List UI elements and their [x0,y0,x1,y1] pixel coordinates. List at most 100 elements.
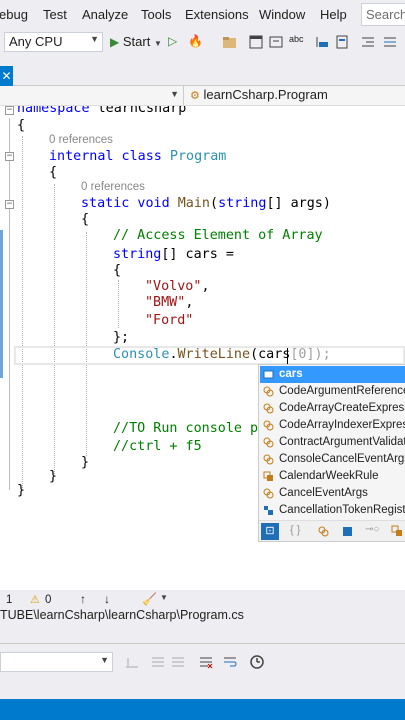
struct-filter-icon[interactable] [341,525,354,538]
completion-item[interactable]: CancelEventArgs [260,485,405,502]
status-bar [0,699,405,720]
arrow-up-icon[interactable]: ↑ [80,592,86,606]
codelens-references[interactable]: 0 references [49,134,113,146]
enum-filter-icon[interactable] [391,525,404,538]
spell-check-icon[interactable]: abc [289,34,305,50]
indent-icon[interactable] [360,34,376,50]
namespace-filter-icon[interactable]: { } [290,524,300,536]
window-icon[interactable] [268,34,284,50]
panel-divider [0,626,405,644]
struct-icon [264,506,273,515]
class-icon [263,488,274,499]
output-source-select[interactable]: ▼ [0,652,113,672]
warning-count[interactable]: 0 [45,594,51,606]
code-line: { [49,165,58,180]
code-line: string[] cars = [113,247,234,262]
find-message-icon[interactable] [124,654,140,670]
interface-filter-icon[interactable]: ⊸○ [365,524,379,535]
indent-guide [86,232,87,456]
play-icon: ▶ [110,35,120,49]
file-path-bar: TUBE\learnCsharp\learnCsharp\Program.cs [0,606,405,626]
completion-item[interactable]: CodeArgumentReferenceEx [260,383,405,400]
chevron-down-icon: ▼ [100,655,109,665]
indent-guide [54,184,55,474]
menu-bar: ebug Test Analyze Tools Extensions Windo… [0,0,405,30]
bookmark-icon[interactable] [334,34,350,50]
text-caret [287,348,288,364]
error-count[interactable]: 1 [6,594,12,606]
collapse-icon[interactable]: − [5,106,14,115]
completion-item[interactable]: CancellationTokenRegistrat [260,502,405,519]
code-line: namespace learnCsharp [17,106,187,116]
completion-item[interactable]: CodeArrayCreateExpression [260,400,405,417]
navigation-bar: ▼ ⚙ learnCsharp.Program [0,86,405,106]
clear-all-icon[interactable] [198,654,214,670]
platform-select[interactable]: Any CPU ▼ [4,32,103,52]
chevron-down-icon: ▼ [153,39,162,48]
next-message-icon[interactable] [170,654,186,670]
step-icon[interactable] [314,34,330,50]
code-comment: //TO Run console p [113,421,259,436]
menu-analyze[interactable]: Analyze [82,7,128,22]
start-without-debugging-icon[interactable]: ▷ [168,34,184,50]
file-path: TUBE\learnCsharp\learnCsharp\Program.cs [0,608,244,622]
collapse-icon[interactable]: − [5,152,14,161]
chevron-down-icon[interactable]: ▼ [160,593,168,602]
comment-lines-icon[interactable] [382,34,398,50]
indent-guide [118,280,119,328]
clock-icon[interactable] [249,654,265,670]
completion-item[interactable]: CalendarWeekRule [260,468,405,485]
arrow-down-icon[interactable]: ↓ [104,592,110,606]
menu-test[interactable]: Test [43,7,67,22]
search-input[interactable]: Search [361,3,405,26]
completion-item[interactable]: ConsoleCancelEventArgs [260,451,405,468]
class-icon: ⚙ [190,90,200,102]
completion-item[interactable]: CodeArrayIndexerExpressio [260,417,405,434]
code-comment: //ctrl + f5 [113,439,202,454]
code-line: internal class Program [49,149,227,164]
chevron-down-icon: ▼ [170,89,179,99]
codelens-references[interactable]: 0 references [81,181,145,193]
class-filter-icon[interactable] [317,525,330,538]
chevron-down-icon: ▼ [90,34,99,44]
code-line: static void Main(string[] args) [81,196,331,211]
code-line: "Volvo", [145,279,210,294]
menu-debug[interactable]: ebug [0,7,28,22]
menu-extensions[interactable]: Extensions [185,7,249,22]
local-variable-icon [263,370,274,379]
code-line-current: Console.WriteLine(cars[0]); [113,347,331,362]
start-button[interactable]: ▶ Start ▼ [110,32,162,52]
class-icon [263,403,274,414]
hot-reload-icon[interactable]: 🔥 [188,34,204,50]
code-line: } [49,469,58,484]
class-icon [263,454,274,465]
member-label: learnCsharp.Program [203,87,328,102]
layout-icon[interactable] [248,34,264,50]
menu-window[interactable]: Window [259,7,305,22]
class-icon [263,386,274,397]
cleanup-icon[interactable]: 🧹 [142,592,157,606]
close-icon[interactable]: ✕ [0,66,13,86]
class-icon [263,437,274,448]
collapse-icon[interactable]: − [5,200,14,209]
completion-item[interactable]: ContractArgumentValidato [260,434,405,451]
output-toolbar: ▼ [0,644,405,700]
code-line: "Ford" [145,313,194,328]
code-line: }; [113,330,130,345]
previous-message-icon[interactable] [150,654,166,670]
member-dropdown[interactable]: ⚙ learnCsharp.Program [190,87,328,102]
change-margin-marker [0,230,3,378]
outline-line [9,118,10,490]
code-line: "BMW", [145,295,194,310]
folder-icon[interactable] [222,34,238,50]
code-line: } [81,455,90,470]
type-dropdown[interactable]: ▼ [0,86,184,105]
word-wrap-icon[interactable] [222,654,238,670]
start-label: Start [122,34,151,49]
completion-item[interactable]: cars [260,366,405,383]
warning-icon: ⚠ [30,594,40,606]
menu-tools[interactable]: Tools [141,7,171,22]
code-line: { [113,263,122,278]
menu-help[interactable]: Help [320,7,347,22]
expand-filter-icon[interactable]: ⊡ [261,523,279,540]
